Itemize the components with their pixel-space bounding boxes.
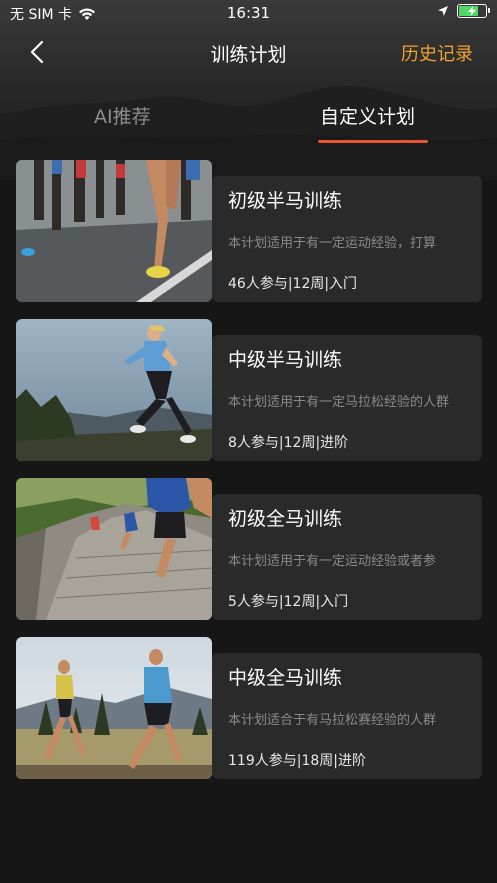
tab-ai-recommend[interactable]: AI推荐: [94, 102, 151, 129]
plan-card[interactable]: 初级全马训练 本计划适用于有一定运动经验或者参 5人参与|12周|入门: [16, 478, 482, 622]
tab-bar: AI推荐 自定义计划: [0, 98, 497, 150]
battery-charging-icon: [457, 4, 490, 18]
plan-title: 初级半马训练: [228, 190, 343, 212]
plan-meta: 5人参与|12周|入门: [228, 594, 349, 610]
plan-meta: 46人参与|12周|入门: [228, 276, 358, 292]
navigation-bar: 训练计划 历史记录: [0, 30, 497, 74]
great-wall-runners-photo: [16, 478, 212, 620]
couple-running-field-photo: [16, 637, 212, 779]
plan-description: 本计划适用于有一定运动经验，打算: [228, 236, 437, 251]
plan-description: 本计划适合于有马拉松赛经验的人群: [228, 713, 437, 728]
location-arrow-icon: [438, 6, 448, 16]
plan-description: 本计划适用于有一定马拉松经验的人群: [228, 395, 450, 410]
status-time: 16:31: [226, 4, 271, 22]
history-button[interactable]: 历史记录: [401, 40, 473, 66]
plan-card-body: 中级半马训练 本计划适用于有一定马拉松经验的人群 8人参与|12周|进阶: [212, 335, 482, 461]
plan-card-body: 初级全马训练 本计划适用于有一定运动经验或者参 5人参与|12周|入门: [212, 494, 482, 620]
plan-card[interactable]: 中级全马训练 本计划适合于有马拉松赛经验的人群 119人参与|18周|进阶: [16, 637, 482, 781]
plan-card[interactable]: 中级半马训练 本计划适用于有一定马拉松经验的人群 8人参与|12周|进阶: [16, 319, 482, 463]
active-tab-indicator: [318, 140, 428, 143]
woman-running-mountain-photo: [16, 319, 212, 461]
plan-meta: 8人参与|12周|进阶: [228, 435, 349, 451]
plan-card[interactable]: 初级半马训练 本计划适用于有一定运动经验，打算 46人参与|12周|入门: [16, 160, 482, 304]
plan-card-body: 初级半马训练 本计划适用于有一定运动经验，打算 46人参与|12周|入门: [212, 176, 482, 302]
plan-title: 初级全马训练: [228, 508, 343, 530]
marathon-runners-road-photo: [16, 160, 212, 302]
plan-title: 中级半马训练: [228, 349, 343, 371]
plan-meta: 119人参与|18周|进阶: [228, 753, 366, 769]
status-bar: 无 SIM 卡 16:31: [0, 0, 497, 26]
charging-bolt-icon: [468, 6, 476, 16]
plan-title: 中级全马训练: [228, 667, 343, 689]
tab-custom-plan[interactable]: 自定义计划: [320, 102, 415, 129]
plan-card-body: 中级全马训练 本计划适合于有马拉松赛经验的人群 119人参与|18周|进阶: [212, 653, 482, 779]
plan-description: 本计划适用于有一定运动经验或者参: [228, 554, 437, 569]
